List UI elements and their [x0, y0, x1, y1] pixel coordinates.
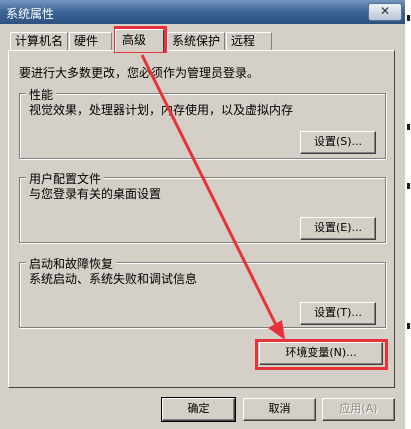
annotation-arrow [140, 54, 285, 340]
tab-advanced[interactable]: 高级 [115, 29, 164, 52]
arrow-shaft [140, 54, 278, 326]
